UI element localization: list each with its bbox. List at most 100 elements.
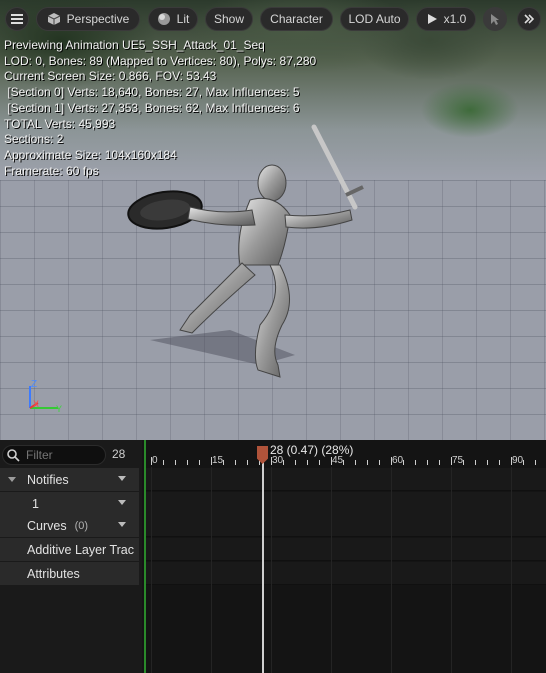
ruler-tick-label: 60 — [392, 455, 404, 466]
lit-button[interactable]: Lit — [148, 7, 198, 31]
stats-line: [Section 0] Verts: 18,640, Bones: 27, Ma… — [4, 85, 300, 100]
timeline-gridline — [211, 467, 212, 673]
timeline-row — [144, 468, 546, 491]
play-icon — [427, 14, 437, 24]
show-button[interactable]: Show — [205, 7, 253, 31]
collapse-arrow-icon[interactable] — [5, 475, 25, 485]
ruler-minor-tick — [367, 460, 368, 465]
track-notify-1[interactable]: 1 — [0, 492, 139, 515]
stats-line: [Section 1] Verts: 27,353, Bones: 62, Ma… — [4, 100, 300, 115]
ruler-major-tick — [331, 457, 332, 465]
axis-z-label: Z — [31, 379, 37, 390]
character-label: Character — [270, 12, 323, 26]
ruler-major-tick — [151, 457, 152, 465]
ruler-minor-tick — [535, 460, 536, 465]
track-notifies-label: Notifies — [27, 472, 69, 487]
ruler-major-tick — [211, 457, 212, 465]
ruler-tick-label: 0 — [152, 455, 158, 466]
ruler-minor-tick — [343, 460, 344, 465]
axis-y-label: Y — [56, 404, 62, 414]
track-curves-count: (0) — [74, 519, 89, 532]
playhead-line[interactable] — [262, 450, 264, 673]
ruler-minor-tick — [355, 460, 356, 465]
ruler-minor-tick — [439, 460, 440, 465]
ruler-tick-label: 90 — [512, 455, 524, 466]
ruler-minor-tick — [319, 460, 320, 465]
track-list: 28 Notifies 1 Curves (0) Additive Layer … — [0, 440, 142, 673]
timeline-gridline — [271, 467, 272, 673]
chevron-down-icon[interactable] — [118, 522, 126, 527]
track-additive[interactable]: Additive Layer Trac — [0, 538, 139, 561]
timeline-row — [144, 538, 546, 561]
chevron-down-icon[interactable] — [118, 500, 126, 505]
stats-line: TOTAL Verts: 45,993 — [4, 116, 116, 131]
ruler-minor-tick — [187, 460, 188, 465]
chevron-down-icon[interactable] — [118, 476, 126, 481]
filter-field[interactable] — [2, 445, 106, 465]
ruler-minor-tick — [499, 460, 500, 465]
speed-label: x1.0 — [443, 12, 467, 26]
ruler-major-tick — [271, 457, 272, 465]
lit-sphere-icon — [157, 13, 170, 25]
hamburger-icon — [11, 14, 23, 24]
track-notifies[interactable]: Notifies — [0, 468, 139, 491]
playback-speed-button[interactable]: x1.0 — [416, 7, 476, 31]
ruler-minor-tick — [223, 460, 224, 465]
character-button[interactable]: Character — [260, 7, 333, 31]
ruler-major-tick — [391, 457, 392, 465]
ruler-minor-tick — [463, 460, 464, 465]
animation-viewport[interactable]: Previewing Animation UE5_SSH_Attack_01_S… — [0, 0, 546, 440]
cursor-arrow-icon — [491, 13, 499, 25]
timeline-area[interactable]: 0 15 30 45 60 75 90 28 (0.47) (28%) — [144, 440, 546, 673]
stats-line: Approximate Size: 104x160x184 — [4, 147, 177, 162]
ruler-minor-tick — [199, 460, 200, 465]
timeline-row — [144, 514, 546, 537]
ruler-minor-tick — [283, 460, 284, 465]
track-curves[interactable]: Curves (0) — [0, 514, 139, 537]
playhead-label: 28 (0.47) (28%) — [270, 443, 354, 457]
timeline-panel: 28 Notifies 1 Curves (0) Additive Layer … — [0, 440, 546, 673]
timeline-gridline — [511, 467, 512, 673]
viewport-menu-button[interactable] — [5, 7, 29, 31]
ruler-major-tick — [511, 457, 512, 465]
filter-input[interactable] — [26, 448, 96, 462]
lit-label: Lit — [176, 12, 190, 26]
ruler-minor-tick — [307, 460, 308, 465]
more-options-button[interactable] — [517, 7, 541, 31]
ruler-minor-tick — [235, 460, 236, 465]
timeline-gridline — [151, 467, 152, 673]
stats-line: Sections: 2 — [4, 132, 64, 147]
stats-line: Previewing Animation UE5_SSH_Attack_01_S… — [4, 38, 265, 52]
ruler-tick-label: 75 — [452, 455, 464, 466]
axis-gizmo: Z X Y — [29, 379, 62, 414]
ruler-minor-tick — [295, 460, 296, 465]
timeline-row — [144, 562, 546, 585]
ruler-minor-tick — [523, 460, 524, 465]
track-attributes-label: Attributes — [27, 566, 80, 581]
ruler-minor-tick — [163, 460, 164, 465]
stats-line: Current Screen Size: 0.866, FOV: 53.43 — [4, 69, 217, 84]
axis-x-label: X — [33, 399, 39, 409]
perspective-label: Perspective — [66, 12, 130, 26]
perspective-button[interactable]: Perspective — [36, 7, 140, 31]
lod-button[interactable]: LOD Auto — [340, 7, 409, 31]
timeline-gridline — [331, 467, 332, 673]
search-icon — [7, 448, 20, 462]
track-additive-label: Additive Layer Trac — [27, 542, 134, 557]
ruler-minor-tick — [415, 460, 416, 465]
select-mode-button[interactable] — [483, 7, 507, 31]
track-notify-1-label: 1 — [32, 496, 39, 511]
timeline-start-marker — [144, 440, 146, 673]
timeline-row — [144, 492, 546, 515]
track-attributes[interactable]: Attributes — [0, 562, 139, 585]
lod-label: LOD Auto — [348, 12, 401, 26]
stats-line: Framerate: 60 fps — [4, 163, 99, 178]
timeline-gridline — [391, 467, 392, 673]
ruler-minor-tick — [427, 460, 428, 465]
stats-line: LOD: 0, Bones: 89 (Mapped to Vertices: 8… — [4, 53, 317, 68]
viewport-toolbar: Perspective Lit Show Character LOD Auto … — [0, 4, 546, 34]
ruler-minor-tick — [403, 460, 404, 465]
cube-icon — [47, 13, 60, 25]
ruler-minor-tick — [175, 460, 176, 465]
track-curves-label: Curves — [27, 518, 67, 533]
